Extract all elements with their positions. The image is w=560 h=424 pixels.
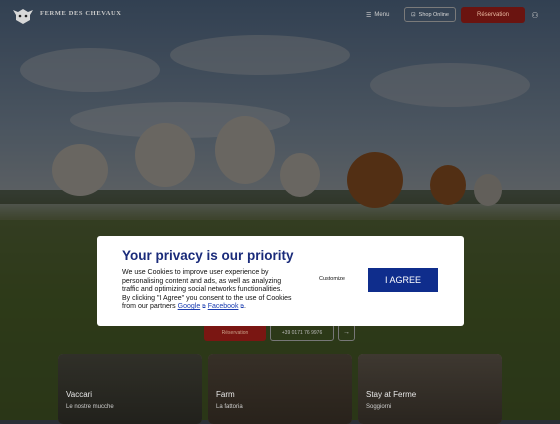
cookie-consent-dialog: Your privacy is our priority We use Cook… xyxy=(97,236,464,326)
arrow-right-icon: → xyxy=(343,329,350,336)
customize-button[interactable]: Customize xyxy=(319,276,345,282)
feature-card-stay[interactable]: Stay at Ferme Soggiorni xyxy=(358,354,502,424)
card-title: Vaccari xyxy=(66,390,93,399)
bag-icon: ⊡ xyxy=(411,11,416,18)
hero-phone-label: +39 0171 76 9976 xyxy=(281,329,323,336)
card-dim xyxy=(358,354,502,424)
header-reservation-label: Réservation xyxy=(476,12,509,18)
brand-name: FERME DES CHEVAUX xyxy=(40,10,122,17)
card-dim xyxy=(58,354,202,424)
hero-reservation-label: Réservation xyxy=(221,329,249,336)
user-icon: ⚇ xyxy=(531,10,539,20)
menu-button[interactable]: ☰ Menu xyxy=(366,9,389,21)
hero-next-button[interactable]: → xyxy=(338,324,355,341)
card-title: Farm xyxy=(216,390,235,399)
card-subtitle: Soggiorni xyxy=(366,404,392,410)
google-link[interactable]: Google xyxy=(178,303,201,310)
dialog-body-suffix: . xyxy=(243,303,246,311)
card-dim xyxy=(208,354,352,424)
user-account-button[interactable]: ⚇ xyxy=(529,9,541,21)
dialog-title: Your privacy is our priority xyxy=(122,248,294,263)
agree-label: I AGREE xyxy=(384,275,421,285)
card-subtitle: Le nostre mucche xyxy=(66,404,114,410)
feature-card-farm[interactable]: Farm La fattoria xyxy=(208,354,352,424)
hero-phone-button[interactable]: +39 0171 76 9976 xyxy=(270,324,334,341)
shop-online-button[interactable]: ⊡ Shop Online xyxy=(404,7,456,22)
site-header: FERME DES CHEVAUX ☰ Menu ⊡ Shop Online R… xyxy=(0,0,560,30)
agree-button[interactable]: I AGREE xyxy=(368,268,438,292)
cow-logo-icon[interactable] xyxy=(10,4,36,26)
feature-card-cows[interactable]: Vaccari Le nostre mucche xyxy=(58,354,202,424)
external-link-icon: ⧉ xyxy=(202,304,206,311)
facebook-link[interactable]: Facebook xyxy=(208,303,239,310)
header-reservation-button[interactable]: Réservation xyxy=(461,7,525,23)
card-title: Stay at Ferme xyxy=(366,390,417,399)
dialog-body: We use Cookies to improve user experienc… xyxy=(122,269,292,312)
card-subtitle: La fattoria xyxy=(216,404,243,410)
hamburger-icon: ☰ xyxy=(366,12,372,19)
hero-reservation-button[interactable]: Réservation xyxy=(204,324,266,341)
shop-online-label: Shop Online xyxy=(418,11,449,18)
menu-label: Menu xyxy=(374,12,390,18)
